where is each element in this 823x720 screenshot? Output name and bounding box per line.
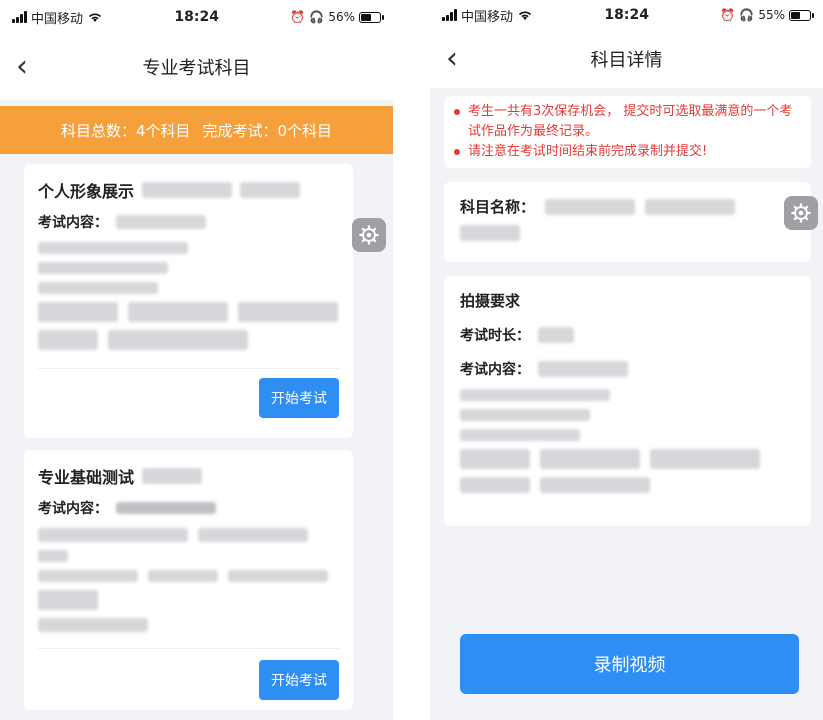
- redacted-content: [460, 389, 795, 493]
- redacted-content: [38, 242, 339, 350]
- alarm-icon: ⏰: [720, 8, 736, 22]
- requirements-card: 拍摄要求 考试时长： 考试内容：: [444, 276, 811, 526]
- subject-total: 科目总数：4个科目: [60, 121, 191, 140]
- settings-float-button[interactable]: [352, 218, 386, 252]
- subject-name-label: 科目名称：: [460, 198, 536, 216]
- subject-card: 专业基础测试 考试内容： 开始考试: [24, 450, 353, 710]
- bullet-icon: [454, 109, 460, 115]
- content-label: 考试内容：: [460, 362, 530, 378]
- notice-text: 请注意在考试时间结束前完成录制并提交!: [468, 144, 708, 159]
- carrier-name: 中国移动: [31, 11, 84, 27]
- redacted-text: [142, 182, 233, 198]
- page-title: 科目详情: [590, 50, 663, 71]
- battery-percent: 56%: [328, 10, 355, 24]
- headphones-icon: 🎧: [739, 8, 755, 22]
- record-video-button[interactable]: 录制视频: [460, 634, 799, 694]
- phone-subject-list: 中国移动 18:24 ⏰ 🎧 56% ‹ 专业考试科目 科目总数：4个科目 完成…: [0, 0, 393, 720]
- duration-label: 考试时长：: [460, 328, 530, 344]
- nav-bar: ‹ 专业考试科目: [0, 34, 393, 100]
- content-label: 考试内容：: [38, 501, 108, 517]
- notice-text: 考生一共有3次保存机会， 提交时可选取最满意的一个考试作品作为最终记录。: [468, 104, 793, 139]
- battery-icon: [359, 11, 384, 23]
- status-time: 18:24: [604, 7, 649, 23]
- start-exam-button[interactable]: 开始考试: [259, 378, 339, 418]
- subject-completed: 完成考试：0个科目: [202, 121, 333, 140]
- alarm-icon: ⏰: [290, 10, 306, 24]
- page-title: 专业考试科目: [142, 58, 251, 79]
- requirements-heading: 拍摄要求: [460, 292, 521, 310]
- wifi-icon: [518, 11, 532, 20]
- status-time: 18:24: [174, 9, 219, 25]
- status-bar: 中国移动 18:24 ⏰ 🎧 56%: [0, 0, 393, 34]
- notice-box: 考生一共有3次保存机会， 提交时可选取最满意的一个考试作品作为最终记录。 请注意…: [444, 96, 811, 168]
- divider: [38, 648, 339, 649]
- subject-card: 个人形象展示 考试内容： 开始考试: [24, 164, 353, 438]
- divider: [38, 368, 339, 369]
- redacted-text: [240, 182, 301, 198]
- start-exam-button[interactable]: 开始考试: [259, 660, 339, 700]
- back-button[interactable]: ‹: [16, 52, 28, 82]
- redacted-text: [142, 468, 203, 484]
- subject-title: 专业基础测试: [38, 468, 135, 487]
- nav-bar: ‹ 科目详情: [430, 30, 823, 88]
- redacted-text: [116, 502, 216, 514]
- battery-icon: [789, 9, 814, 21]
- subject-name-card: 科目名称：: [444, 182, 811, 262]
- bullet-icon: [454, 149, 460, 155]
- signal-icon: [12, 11, 27, 23]
- redacted-text: [538, 361, 628, 377]
- redacted-text: [545, 198, 636, 215]
- gear-icon: [791, 203, 811, 223]
- settings-float-button[interactable]: [784, 196, 818, 230]
- phone-subject-detail: 中国移动 18:24 ⏰ 🎧 55% ‹ 科目详情 考生一共有3次保存机会， 提…: [430, 0, 823, 720]
- redacted-content: [38, 528, 339, 632]
- signal-icon: [442, 9, 457, 21]
- redacted-text: [116, 215, 206, 229]
- subject-title: 个人形象展示: [38, 182, 135, 201]
- back-button[interactable]: ‹: [446, 44, 458, 74]
- gear-icon: [359, 225, 379, 245]
- headphones-icon: 🎧: [309, 10, 325, 24]
- summary-banner: 科目总数：4个科目 完成考试：0个科目: [0, 106, 393, 154]
- redacted-text: [460, 225, 520, 241]
- wifi-icon: [88, 13, 102, 22]
- redacted-text: [538, 327, 574, 343]
- redacted-text: [645, 198, 736, 215]
- carrier-name: 中国移动: [461, 9, 514, 25]
- status-bar: 中国移动 18:24 ⏰ 🎧 55%: [430, 0, 823, 30]
- battery-percent: 55%: [758, 8, 785, 22]
- content-label: 考试内容：: [38, 215, 108, 231]
